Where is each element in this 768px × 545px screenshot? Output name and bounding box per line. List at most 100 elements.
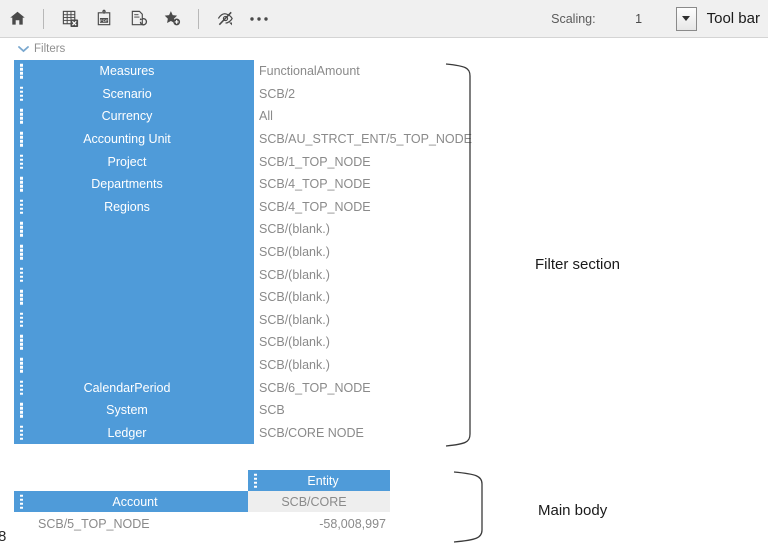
entity-header-spacer	[14, 470, 248, 491]
filter-row: Ledger SCB/CORE NODE	[14, 422, 492, 445]
filter-name-cell[interactable]: Ledger	[14, 422, 254, 445]
refresh-document-icon-glyph	[129, 9, 148, 28]
filter-name-cell[interactable]: Departments	[14, 173, 254, 196]
drag-handle-icon[interactable]	[20, 380, 23, 395]
filter-value-label: SCB/(blank.)	[259, 313, 330, 327]
filter-row: Currency All	[14, 105, 492, 128]
filter-value-label: SCB	[259, 403, 285, 417]
filter-row: Departments SCB/4_TOP_NODE	[14, 173, 492, 196]
filters-section-header[interactable]: Filters	[18, 41, 65, 57]
filter-value-label: SCB/4_TOP_NODE	[259, 200, 371, 214]
filter-name-cell[interactable]: System	[14, 399, 254, 422]
scaling-label: Scaling:	[551, 12, 595, 26]
drag-handle-icon[interactable]	[20, 177, 23, 192]
column-header-entity-label: Entity	[248, 474, 390, 488]
toolbar-annotation-label: Tool bar	[707, 10, 760, 27]
scaling-dropdown-button[interactable]	[676, 7, 697, 31]
entity-member-cell[interactable]: SCB/CORE	[248, 491, 390, 512]
table-row[interactable]: SCB/5_TOP_NODE -58,008,997	[14, 512, 394, 536]
drag-handle-icon[interactable]	[20, 245, 23, 260]
drag-handle-icon[interactable]	[20, 109, 23, 124]
drag-handle-icon[interactable]	[20, 154, 23, 169]
filter-value-label: SCB/AU_STRCT_ENT/5_TOP_NODE	[259, 132, 472, 146]
filter-name-cell[interactable]: CalendarPeriod	[14, 376, 254, 399]
filter-name-cell[interactable]	[14, 286, 254, 309]
drag-handle-icon[interactable]	[20, 494, 23, 509]
filter-row: SCB/(blank.)	[14, 309, 492, 332]
filter-name-cell[interactable]: Accounting Unit	[14, 128, 254, 151]
filter-name-cell[interactable]	[14, 263, 254, 286]
drag-handle-icon[interactable]	[20, 87, 23, 102]
filter-value-label: SCB/(blank.)	[259, 222, 330, 236]
drag-handle-icon[interactable]	[20, 200, 23, 215]
filter-name-cell[interactable]: Measures	[14, 60, 254, 83]
filter-name-cell[interactable]: Regions	[14, 196, 254, 219]
filter-name-cell[interactable]	[14, 241, 254, 264]
table-row-value: -58,008,997	[248, 517, 390, 531]
filter-name-label: Scenario	[14, 87, 254, 101]
drag-handle-icon[interactable]	[20, 403, 23, 418]
chevron-down-icon	[682, 16, 690, 21]
filter-name-label: Ledger	[14, 426, 254, 440]
filter-row: Measures FunctionalAmount	[14, 60, 492, 83]
tool-bar: PDF Scal	[0, 0, 768, 38]
export-pdf-icon[interactable]: PDF	[87, 4, 121, 34]
export-excel-icon[interactable]	[53, 4, 87, 34]
column-header-account[interactable]: Account	[14, 491, 248, 512]
drag-handle-icon[interactable]	[20, 222, 23, 237]
filter-name-label: Accounting Unit	[14, 132, 254, 146]
entity-header-row: Entity	[14, 470, 394, 491]
main-body-annotation: Main body	[538, 502, 607, 519]
filter-name-cell[interactable]	[14, 218, 254, 241]
filter-row: SCB/(blank.)	[14, 331, 492, 354]
hide-eye-icon[interactable]	[208, 4, 242, 34]
filter-name-cell[interactable]: Scenario	[14, 83, 254, 106]
drag-handle-icon[interactable]	[20, 267, 23, 282]
drag-handle-icon[interactable]	[20, 290, 23, 305]
filter-name-label: Departments	[14, 177, 254, 191]
filter-row: SCB/(blank.)	[14, 218, 492, 241]
more-options-icon[interactable]	[242, 4, 276, 34]
toolbar-separator-1	[43, 9, 44, 29]
filter-name-cell[interactable]: Currency	[14, 105, 254, 128]
add-favorite-icon[interactable]	[155, 4, 189, 34]
filters-label: Filters	[34, 43, 65, 55]
filter-section: Measures FunctionalAmount Scenario SCB/2 Cur…	[14, 60, 492, 444]
filter-name-cell[interactable]	[14, 354, 254, 377]
drag-handle-icon[interactable]	[20, 358, 23, 373]
filter-value-label: SCB/CORE NODE	[259, 426, 364, 440]
filter-row: SCB/(blank.)	[14, 241, 492, 264]
home-icon[interactable]	[0, 4, 34, 34]
drag-handle-icon[interactable]	[20, 132, 23, 147]
drag-handle-icon[interactable]	[20, 64, 23, 79]
filter-value-label: SCB/(blank.)	[259, 245, 330, 259]
filter-row: Scenario SCB/2	[14, 83, 492, 106]
filter-value-label: All	[259, 109, 273, 123]
filter-value-label: SCB/2	[259, 87, 295, 101]
column-header-account-label: Account	[14, 495, 248, 509]
refresh-document-icon[interactable]	[121, 4, 155, 34]
filter-value-label: SCB/1_TOP_NODE	[259, 155, 371, 169]
filter-name-cell[interactable]	[14, 309, 254, 332]
drag-handle-icon[interactable]	[20, 313, 23, 328]
drag-handle-icon[interactable]	[20, 335, 23, 350]
drag-handle-icon[interactable]	[254, 473, 257, 488]
main-body-brace	[452, 470, 498, 544]
filter-row: Regions SCB/4_TOP_NODE	[14, 196, 492, 219]
filter-name-cell[interactable]: Project	[14, 150, 254, 173]
main-body-table: Entity Account SCB/CORE SCB/5_TOP_NODE -…	[14, 470, 394, 536]
drag-handle-icon[interactable]	[20, 426, 23, 441]
filter-name-label: Currency	[14, 109, 254, 123]
filter-name-label: System	[14, 403, 254, 417]
filter-value-label: SCB/(blank.)	[259, 268, 330, 282]
hide-eye-icon-glyph	[216, 9, 235, 28]
filter-value-label: FunctionalAmount	[259, 64, 360, 78]
toolbar-separator-2	[198, 9, 199, 29]
filter-row: System SCB	[14, 399, 492, 422]
filter-value-label: SCB/4_TOP_NODE	[259, 177, 371, 191]
filter-section-brace	[444, 62, 484, 448]
column-header-entity[interactable]: Entity	[248, 470, 390, 491]
filter-name-cell[interactable]	[14, 331, 254, 354]
scaling-value[interactable]: 1	[602, 12, 676, 26]
filter-row: SCB/(blank.)	[14, 354, 492, 377]
